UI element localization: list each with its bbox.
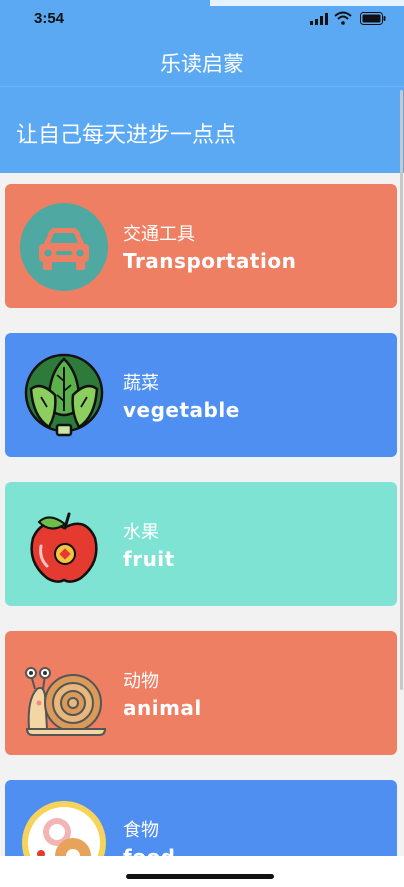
category-name-cn: 交通工具: [123, 224, 195, 245]
category-card-transportation[interactable]: 交通工具 Transportation: [5, 184, 397, 308]
category-name-en: Transportation: [123, 249, 297, 273]
category-name-en: vegetable: [123, 398, 240, 422]
category-card-vegetable[interactable]: 蔬菜 vegetable: [5, 333, 397, 457]
status-time: 3:54: [34, 10, 65, 27]
slogan-text: 让自己每天进步一点点: [16, 123, 237, 148]
app-screen: 3:54 乐读启蒙 让自己每天进步一点点 交通工具 Transportation…: [0, 0, 404, 887]
category-name-en: fruit: [123, 547, 175, 571]
category-name-en: animal: [123, 696, 202, 720]
category-name-cn: 食物: [123, 820, 159, 841]
wifi-icon: [334, 11, 352, 25]
category-name-cn: 蔬菜: [123, 373, 159, 394]
page-title: 乐读启蒙: [160, 52, 244, 76]
apple-icon: [30, 512, 98, 583]
status-bar: 3:54: [0, 0, 404, 38]
snail-icon: [25, 667, 107, 736]
slogan-banner: 让自己每天进步一点点: [0, 86, 404, 173]
navigation-bar: 3:54 乐读启蒙: [0, 0, 404, 86]
category-card-animal[interactable]: 动物 animal: [5, 631, 397, 755]
home-indicator[interactable]: [126, 874, 274, 879]
signal-icon: [310, 13, 328, 25]
bottom-safe-area: [0, 856, 404, 887]
battery-icon: [360, 12, 386, 25]
category-card-fruit[interactable]: 水果 fruit: [5, 482, 397, 606]
status-overlay: [210, 0, 404, 6]
category-name-cn: 水果: [123, 522, 159, 543]
category-name-cn: 动物: [123, 671, 159, 692]
cabbage-icon: [24, 353, 104, 437]
car-icon: [20, 203, 108, 291]
scrollbar[interactable]: [400, 90, 403, 690]
